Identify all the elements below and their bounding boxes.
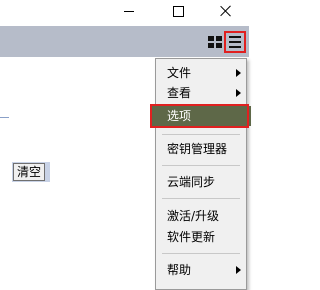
grid-icon bbox=[208, 36, 214, 41]
menu-separator bbox=[162, 198, 240, 199]
main-menu-dropdown: 文件 查看 选项 密钥管理器 云端同步 激活/升级 软件更新 帮助 bbox=[150, 58, 251, 290]
menu-item-options[interactable]: 选项 bbox=[150, 106, 251, 126]
menu-item-label: 查看 bbox=[167, 86, 192, 100]
grid-icon bbox=[216, 43, 222, 48]
hamburger-menu-icon bbox=[229, 36, 241, 38]
menu-item-software-update[interactable]: 软件更新 bbox=[156, 227, 244, 247]
menu-item-key-manager[interactable]: 密钥管理器 bbox=[156, 139, 244, 159]
menu-item-label: 激活/升级 bbox=[167, 209, 220, 223]
minimize-icon bbox=[124, 10, 134, 12]
main-menu-button[interactable] bbox=[224, 31, 246, 53]
close-button[interactable] bbox=[204, 0, 248, 22]
menu-item-label: 软件更新 bbox=[167, 230, 216, 244]
menu-item-label: 密钥管理器 bbox=[167, 142, 228, 156]
submenu-arrow-icon bbox=[236, 69, 241, 77]
menu-item-view[interactable]: 查看 bbox=[156, 83, 244, 103]
divider-line bbox=[0, 117, 9, 118]
menu-separator bbox=[162, 253, 240, 254]
menu-item-label: 选项 bbox=[167, 109, 192, 123]
menu-item-file[interactable]: 文件 bbox=[156, 63, 244, 83]
menu-separator bbox=[162, 165, 240, 166]
close-icon bbox=[220, 5, 232, 17]
menu-item-label: 帮助 bbox=[167, 263, 192, 277]
menu-item-label: 文件 bbox=[167, 66, 192, 80]
grid-view-button[interactable] bbox=[208, 36, 222, 48]
hamburger-menu-icon bbox=[229, 41, 241, 43]
minimize-button[interactable] bbox=[107, 0, 151, 22]
submenu-arrow-icon bbox=[236, 266, 241, 274]
clear-button[interactable]: 清空 bbox=[13, 163, 46, 181]
maximize-button[interactable] bbox=[156, 0, 200, 22]
menu-item-cloud-sync[interactable]: 云端同步 bbox=[156, 172, 244, 192]
menu-item-activate-upgrade[interactable]: 激活/升级 bbox=[156, 206, 244, 226]
hamburger-menu-icon bbox=[229, 46, 241, 48]
menu-separator bbox=[162, 134, 240, 135]
maximize-icon bbox=[172, 5, 184, 17]
menu-item-help[interactable]: 帮助 bbox=[156, 260, 244, 280]
submenu-arrow-icon bbox=[236, 89, 241, 97]
title-bar bbox=[0, 0, 249, 26]
grid-icon bbox=[208, 43, 214, 48]
grid-icon bbox=[216, 36, 222, 41]
menu-item-label: 云端同步 bbox=[167, 175, 216, 189]
